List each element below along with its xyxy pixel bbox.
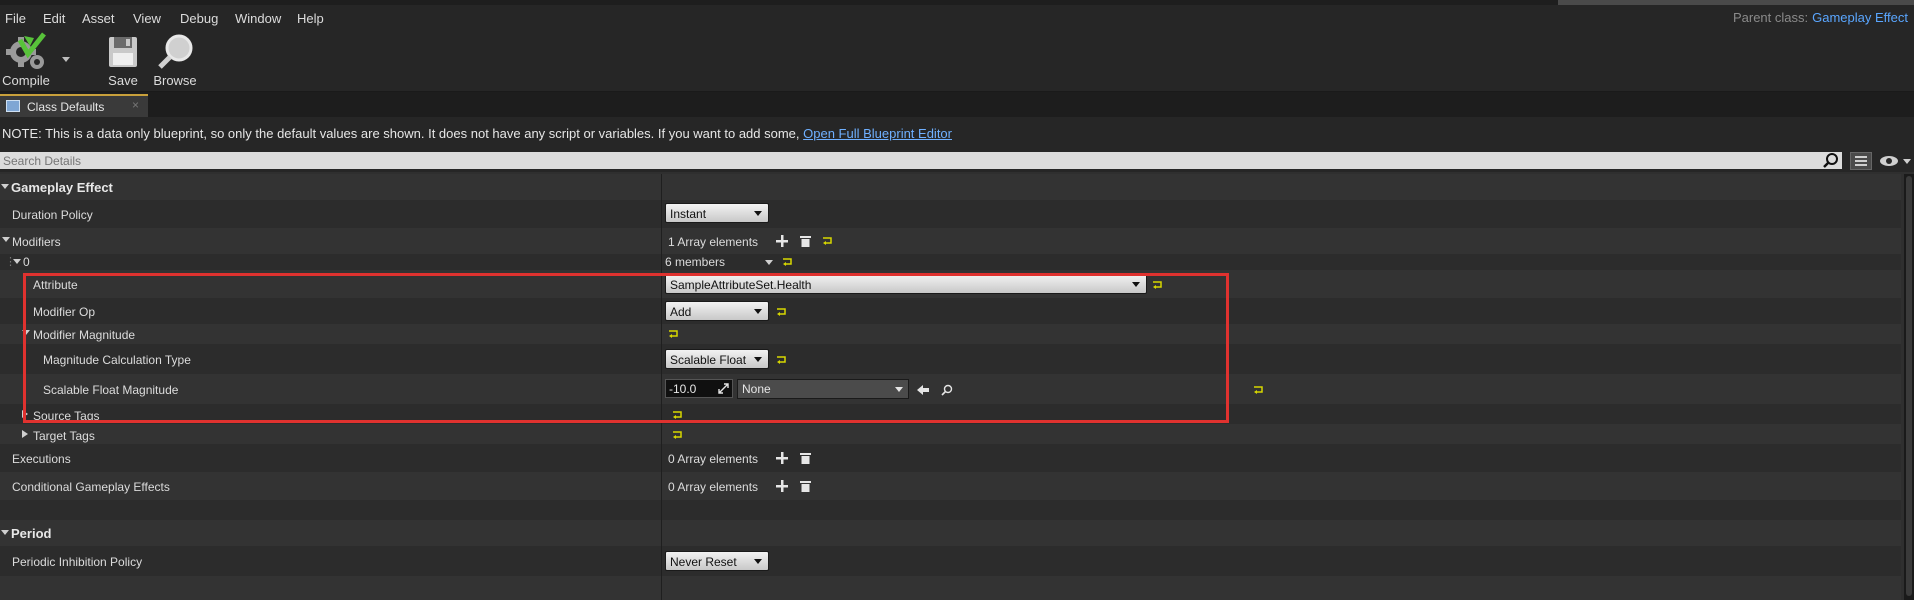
menu-asset[interactable]: Asset <box>82 11 115 26</box>
reset-to-default-icon[interactable] <box>782 258 792 266</box>
collapse-arrow-icon[interactable] <box>1 184 9 189</box>
parent-class-info: Parent class: Gameplay Effect <box>1733 10 1908 25</box>
toolbar: Compile Save Browse <box>0 30 1914 92</box>
property-conditional-gameplay-effects: Conditional Gameplay Effects 0 Array ele… <box>0 472 1901 500</box>
category-label: Gameplay Effect <box>11 180 113 195</box>
tab-label: Class Defaults <box>27 100 105 114</box>
compile-icon <box>6 32 46 69</box>
browse-label: Browse <box>153 73 197 88</box>
periodic-inhibition-value: Never Reset <box>670 555 737 569</box>
menu-file[interactable]: File <box>5 11 26 26</box>
highlight-box <box>23 273 1229 423</box>
property-periodic-inhibition-policy: Periodic Inhibition Policy Never Reset <box>0 546 1901 576</box>
tab-class-defaults[interactable]: Class Defaults × <box>0 94 148 117</box>
note-text: NOTE: This is a data only blueprint, so … <box>2 126 952 141</box>
duration-policy-label: Duration Policy <box>12 208 93 222</box>
delete-all-icon[interactable] <box>800 452 811 464</box>
tab-bar: Class Defaults × <box>0 92 1914 117</box>
data-only-note: NOTE: This is a data only blueprint, so … <box>0 117 1914 150</box>
list-view-icon <box>1855 156 1867 166</box>
menu-view[interactable]: View <box>133 11 161 26</box>
members-count: 6 members <box>665 255 726 269</box>
spacer <box>0 500 1901 520</box>
search-icon[interactable] <box>1822 152 1840 169</box>
target-tags-label: Target Tags <box>33 429 95 443</box>
delete-all-icon[interactable] <box>800 235 811 247</box>
menu-debug[interactable]: Debug <box>180 11 218 26</box>
modifiers-count: 1 Array elements <box>668 235 759 249</box>
search-bar <box>0 150 1914 172</box>
menu-help[interactable]: Help <box>297 11 324 26</box>
delete-all-icon[interactable] <box>800 480 811 492</box>
expand-arrow-icon[interactable] <box>2 237 10 242</box>
reset-to-default-icon[interactable] <box>822 237 832 245</box>
periodic-inhibition-label: Periodic Inhibition Policy <box>12 555 143 569</box>
conditional-effects-count: 0 Array elements <box>668 480 759 494</box>
spacer <box>0 576 1901 600</box>
note-message: NOTE: This is a data only blueprint, so … <box>2 126 804 141</box>
modifiers-label: Modifiers <box>12 235 61 249</box>
compile-label: Compile <box>2 73 50 88</box>
duration-policy-dropdown[interactable]: Instant <box>665 203 769 223</box>
reset-to-default-icon[interactable] <box>672 431 682 439</box>
menu-window[interactable]: Window <box>235 11 281 26</box>
parent-class-label: Parent class: <box>1732 10 1809 25</box>
class-defaults-icon <box>6 100 20 112</box>
add-element-icon[interactable] <box>776 235 788 247</box>
save-button[interactable]: Save <box>104 32 142 90</box>
chevron-down-icon <box>754 559 762 564</box>
chevron-down-icon <box>754 211 762 216</box>
executions-count: 0 Array elements <box>668 452 759 466</box>
save-label: Save <box>108 73 138 88</box>
element-index-label: 0 <box>23 255 30 269</box>
menu-bar: File Edit Asset View Debug Window Help P… <box>0 5 1914 30</box>
tab-close-icon[interactable]: × <box>132 98 139 112</box>
menu-edit[interactable]: Edit <box>43 11 65 26</box>
property-duration-policy: Duration Policy Instant <box>0 200 1901 228</box>
open-full-blueprint-editor-link[interactable]: Open Full Blueprint Editor <box>803 126 952 141</box>
category-period[interactable]: Period <box>0 520 1901 546</box>
element-options-icon[interactable] <box>765 260 773 265</box>
eye-icon[interactable] <box>1878 153 1912 169</box>
periodic-inhibition-dropdown[interactable]: Never Reset <box>665 551 769 571</box>
property-executions: Executions 0 Array elements <box>0 444 1901 472</box>
view-options-button[interactable] <box>1850 152 1872 170</box>
category-label: Period <box>11 526 52 541</box>
vertical-scrollbar[interactable] <box>1904 174 1914 600</box>
category-gameplay-effect[interactable]: Gameplay Effect <box>0 174 1901 200</box>
modifier-element-0: ⋮ 0 6 members <box>0 254 1901 270</box>
parent-class-value[interactable]: Gameplay Effect <box>1812 10 1908 25</box>
browse-button[interactable]: Browse <box>152 32 198 90</box>
search-input[interactable] <box>0 152 1842 169</box>
add-element-icon[interactable] <box>776 452 788 464</box>
expand-arrow-icon[interactable] <box>13 259 21 264</box>
duration-policy-value: Instant <box>670 207 707 221</box>
collapse-arrow-icon[interactable] <box>1 530 9 535</box>
property-target-tags: Target Tags <box>0 424 1901 444</box>
property-modifiers: Modifiers 1 Array elements <box>0 228 1901 254</box>
compile-button[interactable]: Compile <box>2 32 50 90</box>
reset-to-default-icon[interactable] <box>1253 386 1263 394</box>
add-element-icon[interactable] <box>776 480 788 492</box>
compile-options-dropdown[interactable] <box>62 57 70 62</box>
scrollbar-thumb[interactable] <box>1906 176 1912 596</box>
conditional-effects-label: Conditional Gameplay Effects <box>12 480 170 494</box>
browse-icon <box>158 34 193 69</box>
expand-arrow-icon[interactable] <box>22 430 28 438</box>
executions-label: Executions <box>12 452 71 466</box>
save-icon <box>109 37 137 67</box>
